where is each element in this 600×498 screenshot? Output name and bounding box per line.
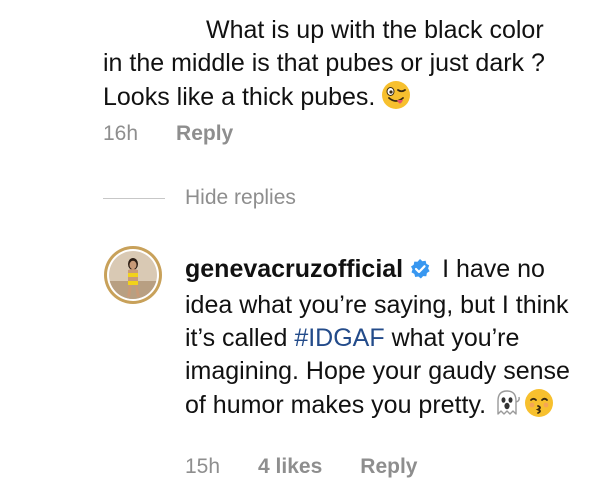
- parent-comment-meta: 16h Reply: [103, 122, 233, 146]
- avatar[interactable]: [104, 246, 162, 304]
- reply-comment-text: genevacruzofficial I have no idea what y…: [185, 253, 585, 427]
- parent-reply-button[interactable]: Reply: [176, 122, 233, 146]
- reply-comment-time: 15h: [185, 455, 221, 478]
- reply-likes-count[interactable]: 4 likes: [258, 455, 322, 479]
- reply-comment-meta: 15h 4 likes Reply: [185, 455, 417, 479]
- parent-comment-text: What is up with the black color in the m…: [103, 14, 593, 119]
- avatar-image: [109, 251, 157, 299]
- reply-comment: genevacruzofficial I have no idea what y…: [185, 253, 585, 427]
- verified-badge-icon: [409, 256, 431, 289]
- hide-replies-button[interactable]: Hide replies: [103, 186, 296, 210]
- hide-replies-label: Hide replies: [185, 186, 296, 209]
- hide-replies-divider: [103, 197, 165, 199]
- parent-comment-time: 16h: [103, 122, 139, 145]
- parent-comment-line3: Looks like a thick pubes.: [103, 83, 376, 111]
- parent-comment-line2: in the middle is that pubes or just dark…: [103, 49, 545, 77]
- kissing-face-icon: [524, 388, 554, 427]
- parent-comment-line1: What is up with the black color: [206, 16, 544, 44]
- reply-hashtag-link[interactable]: #IDGAF: [294, 324, 384, 352]
- parent-comment: What is up with the black color in the m…: [103, 14, 593, 119]
- reply-username[interactable]: genevacruzofficial: [185, 255, 403, 283]
- winking-tongue-face-icon: [381, 80, 411, 119]
- ghost-icon: [492, 388, 522, 427]
- reply-reply-button[interactable]: Reply: [360, 455, 417, 479]
